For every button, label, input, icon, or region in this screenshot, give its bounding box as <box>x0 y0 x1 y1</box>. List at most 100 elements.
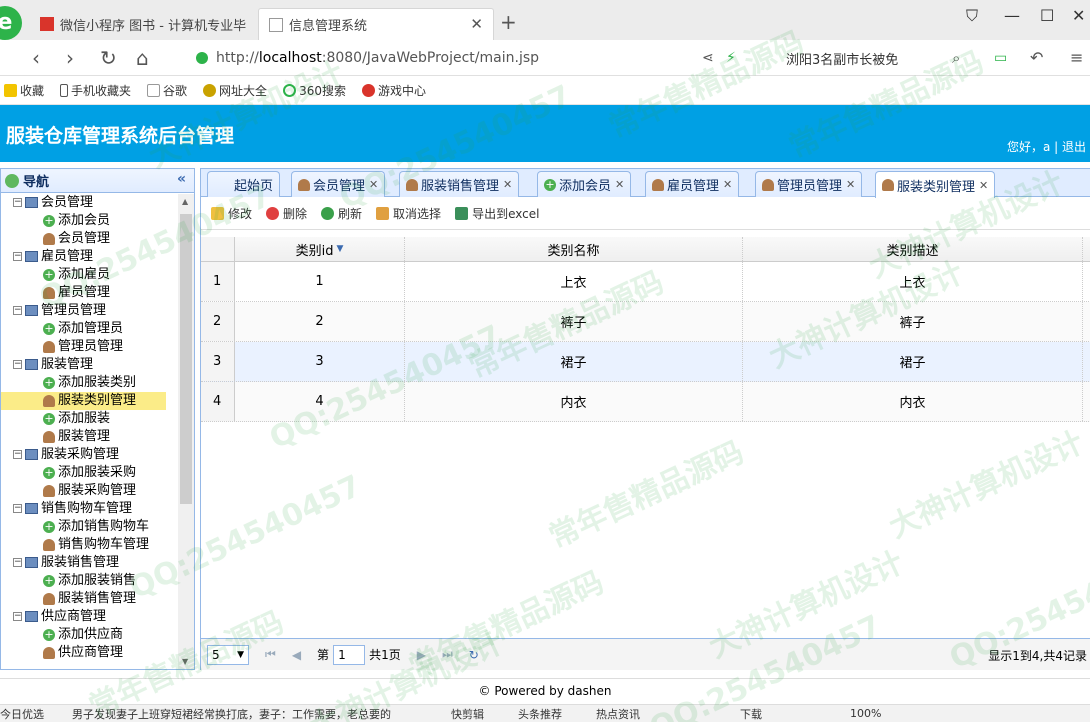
close-tab-icon[interactable]: ✕ <box>615 178 624 191</box>
tab-6[interactable]: 服装类别管理 ✕ <box>875 171 996 198</box>
last-page-icon[interactable]: ⏭ <box>442 647 453 662</box>
tree-item[interactable]: 管理员管理 <box>1 338 178 356</box>
tab-0[interactable]: 起始页 <box>207 171 281 197</box>
bookmark-favorites[interactable]: 收藏 <box>4 82 44 99</box>
collapse-toggle-icon[interactable]: − <box>13 504 22 513</box>
collapse-toggle-icon[interactable]: − <box>13 252 22 261</box>
tree-item[interactable]: + 添加服装采购 <box>1 464 178 482</box>
status-quick-edit[interactable]: 快剪辑 <box>451 706 484 722</box>
table-row[interactable]: 3 3 裙子 裙子 <box>201 342 1090 382</box>
shirt-skin-icon[interactable]: ⛉ <box>966 6 978 26</box>
bookmark-google[interactable]: 谷歌 <box>147 82 187 99</box>
close-tab-icon[interactable]: ✕ <box>503 178 512 191</box>
forward-icon[interactable]: › <box>66 46 74 70</box>
bookmark-directory[interactable]: 网址大全 <box>203 82 267 99</box>
tree-item[interactable]: 服装类别管理 <box>1 392 166 410</box>
tab-4[interactable]: 雇员管理 ✕ <box>645 171 740 197</box>
share-icon[interactable]: ⋖ <box>702 50 714 66</box>
next-page-icon[interactable]: ▶ <box>417 648 426 662</box>
tree-group[interactable]: − 服装采购管理 <box>1 446 178 464</box>
collapse-toggle-icon[interactable]: − <box>13 198 22 207</box>
close-tab-icon[interactable]: ✕ <box>846 178 855 191</box>
table-row[interactable]: 2 2 裤子 裤子 <box>201 302 1090 342</box>
tree-item[interactable]: 销售购物车管理 <box>1 536 178 554</box>
status-top-news[interactable]: 头条推荐 <box>518 706 562 722</box>
tab-5[interactable]: 管理员管理 ✕ <box>755 171 863 197</box>
tree-item[interactable]: 服装采购管理 <box>1 482 178 500</box>
close-tab-icon[interactable]: ✕ <box>369 178 378 191</box>
table-row[interactable]: 1 1 上衣 上衣 <box>201 262 1090 302</box>
sidebar-scrollbar[interactable]: ▲ ▼ <box>178 194 194 669</box>
collapse-toggle-icon[interactable]: − <box>13 306 22 315</box>
tree-group[interactable]: − 销售购物车管理 <box>1 500 178 518</box>
close-window-icon[interactable]: ✕ <box>1072 6 1085 25</box>
tree-item[interactable]: + 添加服装类别 <box>1 374 178 392</box>
new-tab-icon[interactable]: + <box>500 10 517 34</box>
refresh-button[interactable]: 刷新 <box>321 205 362 222</box>
tree-item[interactable]: 供应商管理 <box>1 644 178 662</box>
tree-item[interactable]: 雇员管理 <box>1 284 178 302</box>
scroll-up-icon[interactable]: ▲ <box>182 197 188 206</box>
status-featured[interactable]: 今日优选 <box>0 706 44 722</box>
close-tab-icon[interactable]: ✕ <box>723 178 732 191</box>
tree-item[interactable]: + 添加服装 <box>1 410 178 428</box>
menu-icon[interactable]: ≡ <box>1070 48 1083 67</box>
column-header-desc[interactable]: 类别描述 <box>743 237 1083 261</box>
collapse-toggle-icon[interactable]: − <box>13 360 22 369</box>
maximize-icon[interactable]: ☐ <box>1040 6 1054 25</box>
tree-group[interactable]: − 管理员管理 <box>1 302 178 320</box>
tree-item[interactable]: + 添加供应商 <box>1 626 178 644</box>
delete-button[interactable]: 删除 <box>266 205 307 222</box>
tree-group[interactable]: − 会员管理 <box>1 194 178 212</box>
back-icon[interactable]: ‹ <box>32 46 40 70</box>
browser-tab-active[interactable]: 信息管理系统 ✕ <box>258 8 494 40</box>
tree-item[interactable]: + 添加会员 <box>1 212 178 230</box>
table-row[interactable]: 4 4 内衣 内衣 <box>201 382 1090 422</box>
bookmark-games[interactable]: 游戏中心 <box>361 82 426 99</box>
tree-item[interactable]: + 添加管理员 <box>1 320 178 338</box>
export-excel-button[interactable]: 导出到excel <box>455 205 539 222</box>
page-number-input[interactable]: 1 <box>333 644 366 665</box>
tab-2[interactable]: 服装销售管理 ✕ <box>399 171 520 197</box>
close-tab-icon[interactable]: ✕ <box>979 179 988 192</box>
tab-3[interactable]: + 添加会员 ✕ <box>537 171 632 197</box>
close-tab-icon[interactable]: ✕ <box>470 15 483 33</box>
bookmark-mobile[interactable]: 手机收藏夹 <box>60 82 131 99</box>
collapse-toggle-icon[interactable]: − <box>13 450 22 459</box>
scroll-down-icon[interactable]: ▼ <box>182 657 188 666</box>
news-ticker[interactable]: 浏阳3名副市长被免 <box>786 49 898 68</box>
tree-item[interactable]: + 添加服装销售 <box>1 572 178 590</box>
edit-button[interactable]: 修改 <box>211 205 252 222</box>
tree-group[interactable]: − 服装销售管理 <box>1 554 178 572</box>
tree-item[interactable]: 服装销售管理 <box>1 590 178 608</box>
minimize-icon[interactable]: — <box>1004 6 1020 25</box>
unselect-button[interactable]: 取消选择 <box>376 205 441 222</box>
home-icon[interactable]: ⌂ <box>136 46 149 70</box>
bookmark-360search[interactable]: 360搜索 <box>283 82 346 99</box>
tree-item[interactable]: 会员管理 <box>1 230 178 248</box>
browser-tab-inactive[interactable]: 微信小程序 图书 - 计算机专业毕 <box>30 8 260 40</box>
user-greeting-logout[interactable]: 您好，a | 退出 <box>1007 138 1086 155</box>
reload-icon[interactable]: ↻ <box>100 46 117 70</box>
tree-item[interactable]: 服装管理 <box>1 428 178 446</box>
prev-page-icon[interactable]: ◀ <box>292 648 301 662</box>
url-field[interactable]: http://localhost:8080/JavaWebProject/mai… <box>196 46 756 70</box>
collapse-icon[interactable]: « <box>177 171 186 187</box>
lightning-icon[interactable]: ⚡ <box>726 50 736 66</box>
reload-grid-icon[interactable]: ↻ <box>469 648 479 662</box>
scrollbar-thumb[interactable] <box>180 214 192 504</box>
tree-group[interactable]: − 供应商管理 <box>1 608 178 626</box>
search-icon[interactable]: ⌕ <box>952 49 960 67</box>
column-header-name[interactable]: 类别名称 <box>405 237 743 261</box>
first-page-icon[interactable]: ⏮ <box>265 647 276 662</box>
collapse-toggle-icon[interactable]: − <box>13 558 22 567</box>
undo-icon[interactable]: ↶ <box>1030 48 1043 67</box>
collapse-toggle-icon[interactable]: − <box>13 612 22 621</box>
page-size-select[interactable]: 5 ▼ <box>207 644 249 665</box>
tree-group[interactable]: − 服装管理 <box>1 356 178 374</box>
status-headline[interactable]: 男子发现妻子上班穿短裙经常换打底，妻子：工作需要，老总要的 <box>72 706 391 722</box>
tree-group[interactable]: − 雇员管理 <box>1 248 178 266</box>
status-download[interactable]: 下载 <box>740 706 762 722</box>
status-zoom[interactable]: 100% <box>850 707 881 720</box>
tree-item[interactable]: + 添加雇员 <box>1 266 178 284</box>
